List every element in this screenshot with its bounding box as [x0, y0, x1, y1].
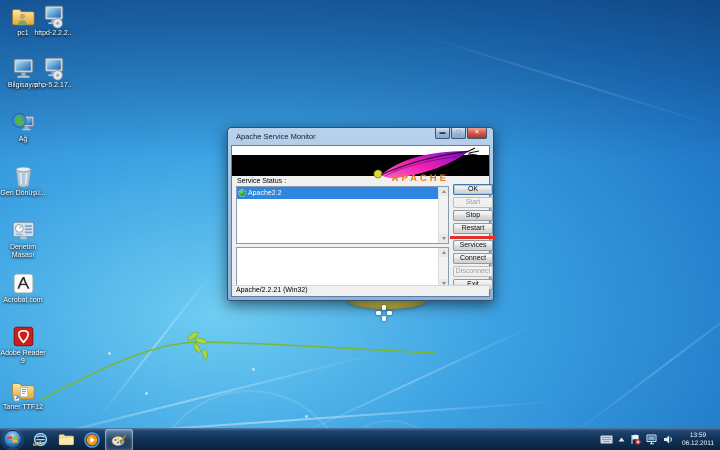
installer-icon	[40, 3, 66, 29]
restart-annotation-underline	[450, 236, 496, 239]
icon-label: Taner TTF12	[0, 404, 46, 412]
mouse-cursor-crosshair	[376, 305, 392, 321]
service-status-label: Service Status :	[237, 178, 286, 185]
folder-icon	[58, 432, 75, 447]
status-bar-text: Apache/2.2.21 (Win32)	[236, 287, 308, 294]
desktop-icon-recycle-bin[interactable]: Geri Dönüşü...	[0, 163, 46, 198]
desktop-icon-adobe-reader[interactable]: Adobe Reader 9	[0, 323, 46, 366]
service-name: Apache2.2	[248, 190, 281, 197]
desktop-icon-acrobat-com[interactable]: Acrobat.com	[0, 270, 46, 305]
desktop-icon-control-panel[interactable]: Denetim Masası	[0, 217, 46, 260]
icon-label: Denetim Masası	[0, 244, 46, 260]
windows-flag-icon	[7, 434, 18, 445]
service-running-icon	[239, 190, 245, 196]
start-button: Start	[453, 197, 493, 208]
taskbar-clock[interactable]: 13:59 06.12.2011	[679, 432, 717, 448]
action-center-flag-icon[interactable]	[630, 434, 641, 445]
volume-speaker-icon[interactable]	[663, 434, 674, 445]
apache-logo-text: APACHE	[392, 173, 449, 184]
clock-date: 06.12.2011	[679, 440, 717, 448]
start-button[interactable]	[3, 430, 22, 449]
close-button[interactable]: ✕	[467, 128, 487, 139]
adobe-reader-icon	[10, 323, 36, 349]
network-icon	[10, 109, 36, 135]
disconnect-button: Disconnect	[453, 266, 493, 277]
services-button[interactable]: Services	[453, 240, 493, 251]
desktop-icon-taner-folder[interactable]: Taner TTF12	[0, 377, 46, 412]
maximize-button: ▢	[451, 128, 466, 139]
taskbar: 13:59 06.12.2011	[0, 428, 720, 450]
ok-button[interactable]: OK	[453, 184, 493, 195]
scroll-up-button[interactable]	[439, 187, 448, 196]
scroll-up-button[interactable]	[439, 248, 448, 257]
stop-button[interactable]: Stop	[453, 210, 493, 221]
icon-label: Geri Dönüşü...	[0, 190, 46, 198]
recycle-bin-icon	[10, 163, 36, 189]
icon-label: Adobe Reader 9	[0, 350, 46, 366]
internet-explorer-icon	[32, 431, 49, 448]
icon-label: httpd-2.2.2..	[30, 30, 76, 38]
restart-button[interactable]: Restart	[453, 223, 493, 234]
media-player-icon	[84, 432, 100, 448]
service-list-scrollbar[interactable]	[438, 187, 448, 243]
acrobat-icon	[10, 270, 36, 296]
taskbar-media-player[interactable]	[79, 429, 105, 450]
vine-graphic	[35, 328, 455, 418]
taskbar-paint-active[interactable]	[105, 429, 133, 450]
system-tray: 13:59 06.12.2011	[600, 429, 717, 450]
log-textbox[interactable]	[236, 247, 449, 289]
taskbar-windows-explorer[interactable]	[53, 429, 79, 450]
scroll-down-button[interactable]	[439, 234, 448, 243]
icon-label: Acrobat.com	[0, 297, 46, 305]
service-list[interactable]: Apache2.2	[236, 186, 449, 244]
status-bar: Apache/2.2.21 (Win32)	[232, 285, 489, 296]
show-hidden-icons-button[interactable]	[618, 437, 625, 442]
network-icon[interactable]	[646, 434, 658, 445]
log-scrollbar[interactable]	[438, 248, 448, 288]
desktop-icon-network[interactable]: Ağ	[0, 109, 46, 144]
apache-banner: APACHE	[232, 155, 489, 176]
window-titlebar[interactable]: Apache Service Monitor ▬ ▢ ✕	[228, 128, 493, 145]
taskbar-internet-explorer[interactable]	[27, 429, 53, 450]
language-keyboard-icon[interactable]	[600, 435, 613, 444]
desktop-icon-php-installer[interactable]: php-5.2.17..	[30, 55, 76, 90]
installer-icon	[40, 55, 66, 81]
apache-service-monitor-window[interactable]: Apache Service Monitor ▬ ▢ ✕ APACHE Serv…	[227, 127, 494, 301]
desktop-icon-httpd-installer[interactable]: httpd-2.2.2..	[30, 3, 76, 38]
control-panel-icon	[10, 217, 36, 243]
icon-label: php-5.2.17..	[30, 82, 76, 90]
window-body: APACHE Service Status : Apache2.2 OK Sta…	[231, 145, 490, 297]
icon-label: Ağ	[0, 136, 46, 144]
service-list-item[interactable]: Apache2.2	[237, 187, 448, 199]
window-title: Apache Service Monitor	[236, 132, 316, 141]
connect-button[interactable]: Connect	[453, 253, 493, 264]
folder-icon	[10, 377, 36, 403]
minimize-button[interactable]: ▬	[435, 128, 450, 139]
paint-icon	[111, 432, 127, 448]
clock-time: 13:59	[679, 432, 717, 440]
